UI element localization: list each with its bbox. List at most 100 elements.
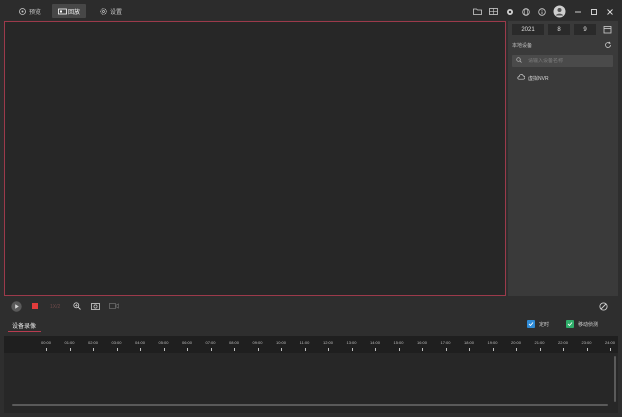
hour-label: 02:00 <box>87 340 99 345</box>
hour-label: 19:00 <box>487 340 498 345</box>
hour-tick <box>116 348 118 351</box>
globe-icon[interactable] <box>521 7 530 16</box>
hour-label: 12:00 <box>322 340 334 345</box>
hour-label: 20:00 <box>510 340 522 345</box>
grid-icon[interactable] <box>489 7 498 16</box>
avatar-icon[interactable] <box>553 5 566 18</box>
hour-tick <box>93 348 94 351</box>
hour-label: 14:00 <box>369 340 381 345</box>
tab-device-recording[interactable]: 设备录像 <box>12 321 36 330</box>
preview-icon <box>19 7 26 15</box>
hour-tick <box>210 348 212 351</box>
hour-tick <box>492 348 494 351</box>
section-label: 本地设备 <box>512 43 533 49</box>
tab-playback[interactable]: 回放 <box>52 4 87 18</box>
year-field[interactable]: 2021 <box>512 24 544 35</box>
horizontal-scrollbar[interactable] <box>12 404 608 406</box>
play-button[interactable] <box>11 301 22 312</box>
hour-label: 05:00 <box>158 340 169 345</box>
hour-label: 18:00 <box>463 340 475 345</box>
checkbox-checked-icon <box>527 320 535 328</box>
hour-label: 22:00 <box>557 340 569 345</box>
tab-preview[interactable]: 预览 <box>13 4 47 18</box>
tab-settings[interactable]: 设置 <box>94 4 128 18</box>
hour-tick <box>69 348 71 351</box>
tab-label: 设置 <box>110 9 123 16</box>
hour-label: 08:00 <box>228 340 240 345</box>
gear-icon <box>100 7 107 15</box>
hour-label: 03:00 <box>111 340 122 345</box>
hour-tick <box>375 348 376 351</box>
hour-label: 09:00 <box>252 340 263 345</box>
day-field[interactable]: 9 <box>574 24 596 35</box>
hour-tick <box>610 348 611 351</box>
hour-label: 16:00 <box>416 340 428 345</box>
settings-icon[interactable] <box>505 7 514 16</box>
speed-label[interactable]: 1X/2 <box>50 304 60 310</box>
hour-tick <box>187 348 188 351</box>
tab-label: 预览 <box>29 9 42 16</box>
hour-label: 13:00 <box>346 340 357 345</box>
hour-tick <box>257 348 259 351</box>
checkbox-checked-icon <box>566 320 574 328</box>
device-search <box>512 55 613 67</box>
hour-tick <box>281 348 282 351</box>
hour-tick <box>140 348 141 351</box>
motion-detection-checkbox[interactable]: 移动侦测 <box>566 320 598 328</box>
record-video-icon[interactable] <box>109 302 119 310</box>
video-viewport[interactable] <box>4 21 506 296</box>
hour-label: 21:00 <box>534 340 545 345</box>
cloud-device-icon <box>517 74 526 82</box>
hour-label: 04:00 <box>134 340 146 345</box>
hour-label: 07:00 <box>205 340 216 345</box>
hour-label: 15:00 <box>393 340 404 345</box>
hour-tick <box>445 348 447 351</box>
scheduled-checkbox[interactable]: 定时 <box>527 320 549 328</box>
hour-label: 10:00 <box>275 340 287 345</box>
checkbox-label: 移动侦测 <box>578 321 599 328</box>
calendar-icon[interactable] <box>603 25 612 34</box>
hour-tick <box>516 348 517 351</box>
hour-label: 23:00 <box>581 340 592 345</box>
hour-tick <box>422 348 423 351</box>
checkbox-label: 定时 <box>539 321 550 328</box>
camera-icon[interactable] <box>91 302 100 310</box>
hour-tick <box>398 348 400 351</box>
playback-icon <box>58 8 67 15</box>
timeline[interactable]: 00:00 01:00 02:00 03:00 04:00 05:00 06:00 07:00… <box>4 336 618 413</box>
refresh-icon[interactable] <box>604 41 612 49</box>
hour-label: 06:00 <box>181 340 193 345</box>
hour-tick <box>586 348 588 351</box>
info-icon[interactable] <box>537 7 546 16</box>
hour-label: 11:00 <box>299 340 310 345</box>
hour-label: 24:00 <box>604 340 616 345</box>
folder-icon[interactable] <box>473 7 482 16</box>
vertical-scrollbar[interactable] <box>614 356 616 402</box>
disable-icon[interactable] <box>599 302 608 311</box>
hour-tick <box>234 348 235 351</box>
device-label: 虚拟NVR <box>528 75 549 82</box>
hour-tick <box>163 348 165 351</box>
top-bar: 预览 回放 设置 <box>0 0 622 20</box>
minimize-icon[interactable] <box>573 7 582 16</box>
device-item[interactable]: 虚拟NVR <box>517 74 549 82</box>
hour-tick <box>46 348 47 351</box>
time-ruler[interactable]: 00:00 01:00 02:00 03:00 04:00 05:00 06:00 07:00… <box>4 336 618 353</box>
search-input[interactable] <box>528 58 608 64</box>
close-icon[interactable] <box>605 7 614 16</box>
hour-tick <box>539 348 541 351</box>
month-field[interactable]: 8 <box>548 24 570 35</box>
timeline-header: 设备录像 定时 移动侦测 <box>0 317 622 335</box>
maximize-icon[interactable] <box>589 7 598 16</box>
device-panel: 2021 8 9 本地设备 虚拟NVR <box>508 21 618 296</box>
hour-label: 01:00 <box>64 340 75 345</box>
zoom-icon[interactable] <box>73 302 81 310</box>
stop-button[interactable] <box>32 303 38 309</box>
hour-tick <box>328 348 329 351</box>
hour-tick <box>304 348 306 351</box>
hour-tick <box>351 348 353 351</box>
hour-label: 00:00 <box>40 340 52 345</box>
search-icon <box>516 57 522 65</box>
hour-tick <box>563 348 564 351</box>
tab-underline <box>8 331 41 332</box>
